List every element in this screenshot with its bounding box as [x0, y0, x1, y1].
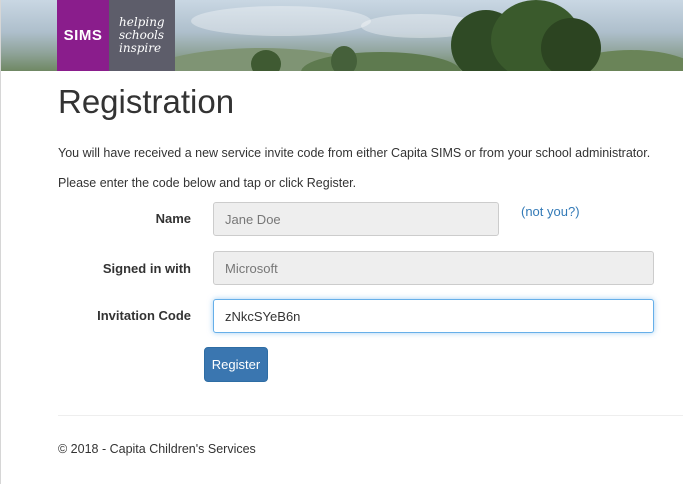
- logo-tagline: helping schools inspire: [109, 0, 175, 71]
- banner-tree: [541, 18, 601, 71]
- sims-logo[interactable]: SIMS helping schools inspire: [57, 0, 175, 71]
- register-button[interactable]: Register: [204, 347, 268, 382]
- footer-divider: [58, 415, 683, 416]
- instruction-text: Please enter the code below and tap or c…: [58, 176, 357, 190]
- name-label: Name: [155, 211, 191, 226]
- not-you-link[interactable]: (not you?): [521, 204, 580, 220]
- tagline-line: inspire: [119, 41, 162, 55]
- signed-in-field[interactable]: [213, 251, 654, 285]
- banner-tree: [251, 50, 281, 71]
- signed-in-label: Signed in with: [102, 261, 191, 276]
- banner-cloud: [191, 6, 371, 36]
- intro-text: You will have received a new service inv…: [58, 146, 651, 160]
- name-field[interactable]: [213, 202, 499, 236]
- header-banner: SIMS helping schools inspire: [1, 0, 683, 71]
- page-title: Registration: [58, 83, 235, 120]
- footer-copyright: © 2018 - Capita Children's Services: [58, 442, 256, 456]
- logo-mark: SIMS: [57, 0, 109, 71]
- registration-page: SIMS helping schools inspire Registratio…: [0, 0, 683, 484]
- invitation-code-label: Invitation Code: [97, 308, 191, 323]
- invitation-code-input[interactable]: [213, 299, 654, 333]
- banner-tree: [331, 46, 357, 71]
